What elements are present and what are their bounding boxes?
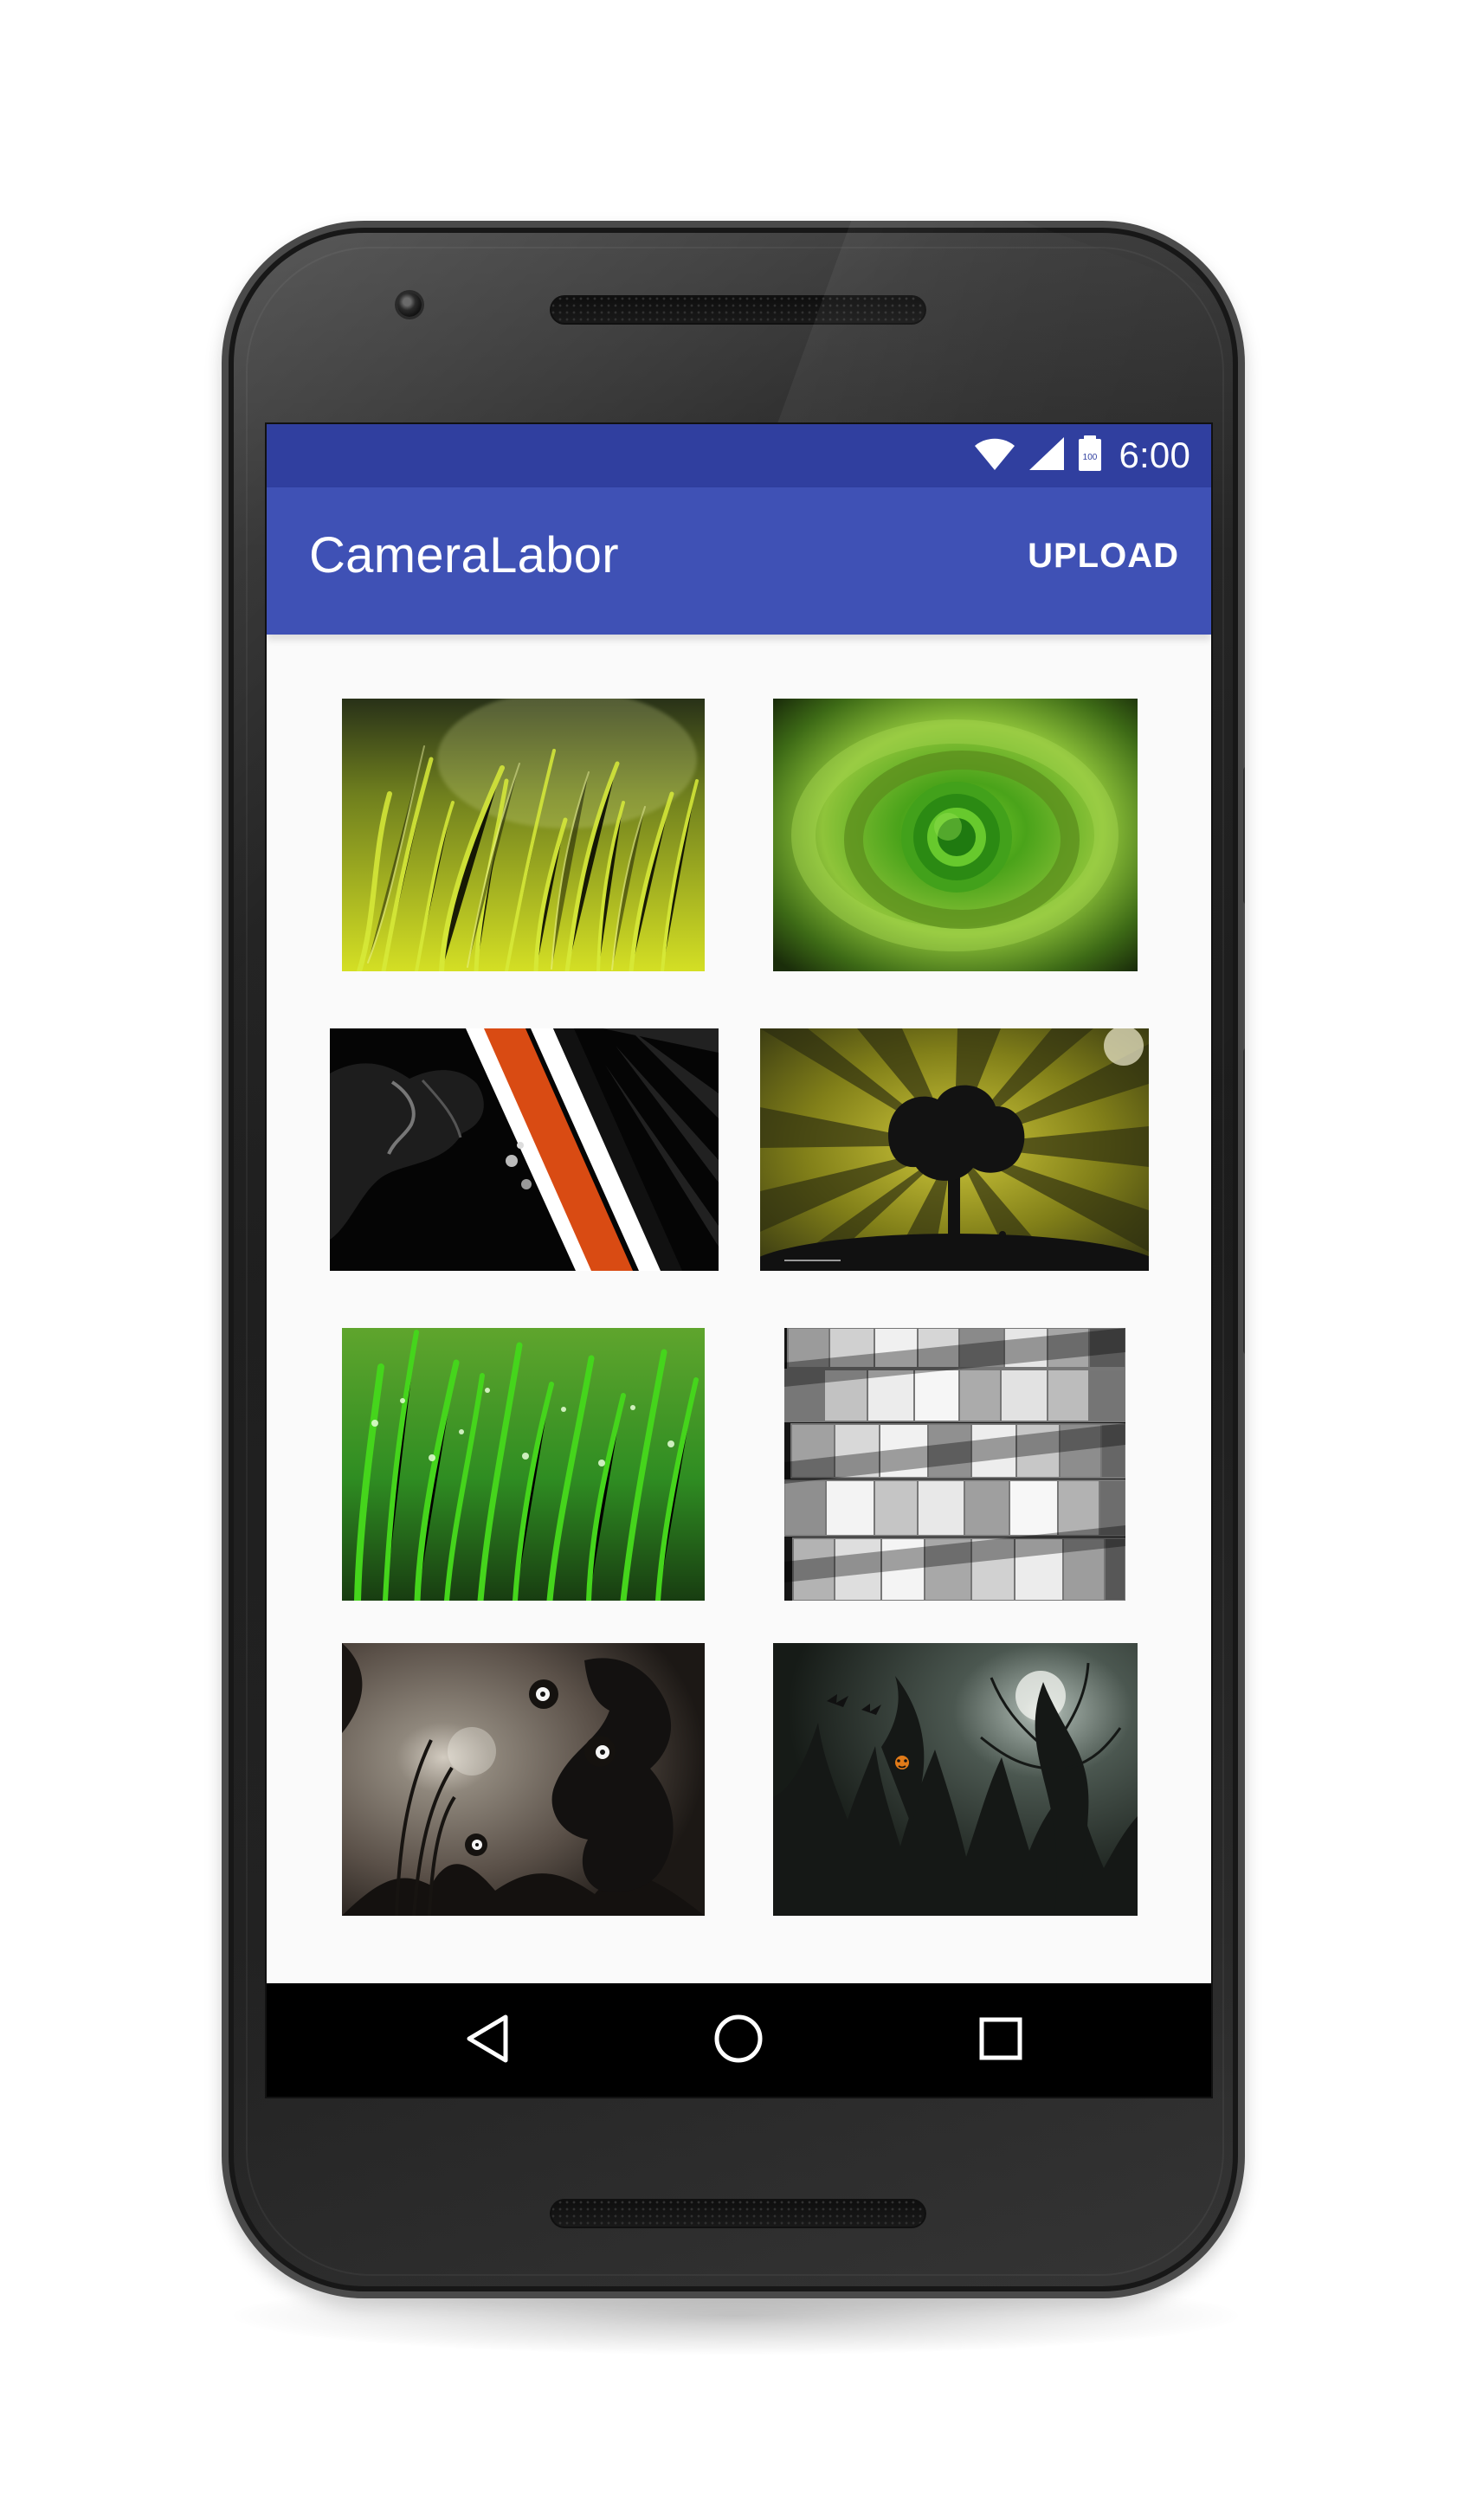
- volume-button: [1243, 1047, 1245, 1355]
- back-button[interactable]: [456, 2009, 519, 2072]
- gallery-image-green-bottle[interactable]: [773, 699, 1138, 971]
- gallery-image-cubes[interactable]: [784, 1328, 1125, 1601]
- app-bar: CameraLabor UPLOAD: [267, 487, 1211, 635]
- status-bar: 100 6:00: [267, 424, 1211, 487]
- gallery-image-tree-sunburst[interactable]: [760, 1028, 1149, 1271]
- recents-icon: [977, 2015, 1024, 2066]
- gallery-image-dewy-grass[interactable]: [342, 1328, 705, 1601]
- phone-screen: 100 6:00 CameraLabor UPLOAD: [267, 424, 1211, 2097]
- home-icon: [712, 2013, 764, 2069]
- gallery-image-dark-forest[interactable]: [773, 1643, 1138, 1916]
- upload-button[interactable]: UPLOAD: [1028, 538, 1179, 573]
- navigation-bar: [267, 1983, 1211, 2097]
- gallery-image-orange-stripe[interactable]: [330, 1028, 719, 1271]
- app-title: CameraLabor: [309, 527, 619, 583]
- bottom-speaker: [550, 2199, 926, 2228]
- gallery-image-grass[interactable]: [342, 699, 705, 971]
- status-icons: 100 6:00: [973, 434, 1190, 477]
- status-time: 6:00: [1119, 435, 1190, 475]
- top-speaker: [550, 295, 926, 325]
- battery-icon: 100: [1077, 435, 1103, 477]
- wifi-icon: [973, 435, 1016, 476]
- battery-level-text: 100: [1083, 453, 1098, 462]
- gallery-image-creature-art[interactable]: [342, 1643, 705, 1916]
- back-icon: [463, 2014, 512, 2068]
- front-camera: [397, 293, 422, 317]
- image-gallery: [267, 635, 1211, 1983]
- signal-icon: [1028, 435, 1066, 476]
- device-mockup-stage: 100 6:00 CameraLabor UPLOAD: [0, 0, 1470, 2520]
- power-button: [1243, 766, 1245, 905]
- recents-button[interactable]: [970, 2009, 1032, 2072]
- home-button[interactable]: [707, 2009, 770, 2072]
